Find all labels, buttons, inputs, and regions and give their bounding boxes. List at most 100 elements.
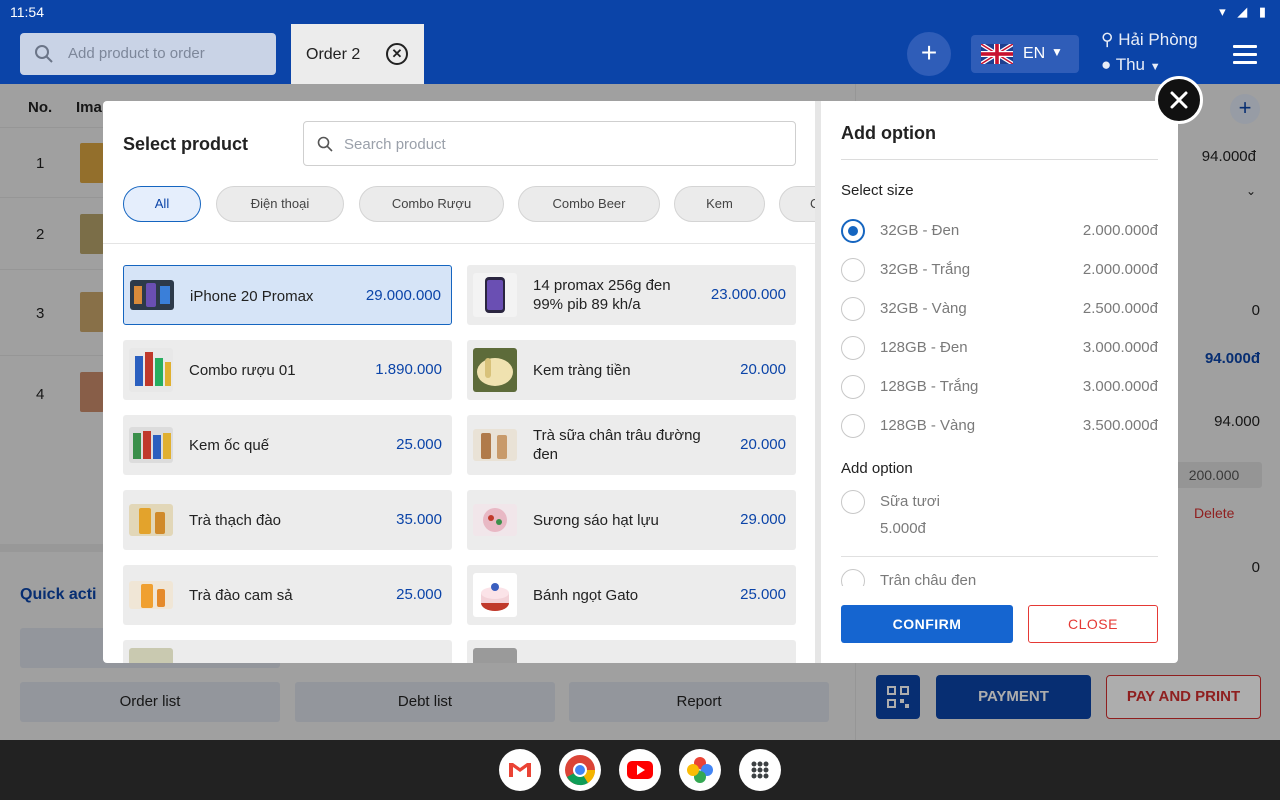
category-chip[interactable]: Kem: [674, 186, 765, 222]
category-chips: All Điện thoại Combo Rượu Combo Beer Kem…: [123, 186, 815, 222]
radio[interactable]: [841, 490, 865, 514]
search-icon: [35, 45, 53, 63]
product-card[interactable]: Kem tràng tiền 20.000: [467, 340, 796, 400]
addon-list: Sữa tươi 5.000đ Trân châu đen: [841, 486, 1158, 586]
confirm-button[interactable]: CONFIRM: [841, 605, 1013, 643]
radio[interactable]: [841, 336, 865, 360]
addon-label: Sữa tươi: [880, 493, 940, 510]
product-image: [129, 581, 173, 609]
product-name: Bánh ngọt Gato: [533, 586, 639, 604]
size-label: 128GB - Đen: [880, 339, 968, 356]
product-name: Trà đào cam sả: [189, 586, 293, 604]
product-card[interactable]: Trà đào cam sả 25.000: [123, 565, 452, 625]
radio[interactable]: [841, 258, 865, 282]
divider: [103, 243, 815, 244]
radio[interactable]: [841, 569, 865, 586]
product-image: [129, 504, 173, 536]
language-code: EN: [1023, 45, 1046, 62]
product-name: Kem tràng tiền: [533, 361, 631, 379]
add-product-search[interactable]: Add product to order: [20, 33, 276, 75]
taskbar: [0, 740, 1280, 800]
product-name: 14 promax 256g đen 99% pib 89 kh/a: [533, 277, 671, 313]
product-price: 1.890.000: [375, 361, 442, 378]
close-button[interactable]: CLOSE: [1028, 605, 1158, 643]
product-card[interactable]: Trà thạch đào 35.000: [123, 490, 452, 550]
addon-label: Trân châu đen: [880, 572, 977, 586]
status-bar: 11:54 ▾ ◢ ▮: [0, 0, 1280, 24]
product-card[interactable]: Kem ốc quế 25.000: [123, 415, 452, 475]
product-card[interactable]: iPhone 20 Promax 29.000.000: [123, 265, 452, 325]
size-label: 32GB - Vàng: [880, 300, 967, 317]
addon-option[interactable]: Sữa tươi 5.000đ: [841, 490, 1158, 560]
youtube-icon[interactable]: [619, 749, 661, 791]
product-card[interactable]: [467, 640, 796, 663]
size-option[interactable]: 32GB - Đen 2.000.000đ: [841, 219, 1158, 243]
product-image: [129, 348, 173, 392]
addon-option[interactable]: Trân châu đen: [841, 569, 1158, 586]
select-size-label: Select size: [841, 182, 914, 199]
gmail-icon[interactable]: [499, 749, 541, 791]
product-name: Combo rượu 01: [189, 361, 296, 379]
size-price: 3.000.000đ: [1082, 378, 1158, 395]
product-card[interactable]: Bánh ngọt Gato 25.000: [467, 565, 796, 625]
close-dialog-button[interactable]: [1155, 76, 1203, 124]
product-image: [473, 273, 517, 317]
product-name: Kem ốc quế: [189, 436, 270, 454]
new-order-button[interactable]: +: [907, 32, 951, 76]
add-option-label: Add option: [841, 460, 913, 477]
category-chip[interactable]: C: [779, 186, 815, 222]
tab-order-2[interactable]: Order 2 ✕: [291, 24, 424, 84]
size-price: 2.500.000đ: [1082, 300, 1158, 317]
product-card[interactable]: [123, 640, 452, 663]
close-icon: [1170, 91, 1188, 109]
size-option[interactable]: 32GB - Trắng 2.000.000đ: [841, 258, 1158, 282]
category-chip[interactable]: Combo Rượu: [359, 186, 504, 222]
product-card[interactable]: Trà sữa chân trâu đường đen 20.000: [467, 415, 796, 475]
language-selector[interactable]: EN ▼: [971, 35, 1079, 73]
product-image: [130, 280, 174, 310]
location-name: Hải Phòng: [1118, 30, 1198, 49]
add-option-pane: Add option Select size 32GB - Đen 2.000.…: [821, 101, 1178, 663]
chrome-icon[interactable]: [559, 749, 601, 791]
search-placeholder: Search product: [344, 136, 446, 153]
radio[interactable]: [841, 297, 865, 321]
size-option[interactable]: 128GB - Vàng 3.500.000đ: [841, 414, 1158, 438]
product-name: iPhone 20 Promax: [190, 287, 314, 305]
search-placeholder: Add product to order: [68, 45, 205, 62]
product-card[interactable]: Combo rượu 01 1.890.000: [123, 340, 452, 400]
radio[interactable]: [841, 375, 865, 399]
order-tab-label: Order 2: [306, 46, 361, 63]
product-price: 35.000: [396, 511, 442, 528]
product-image: [473, 348, 517, 392]
dialog-title: Select product: [123, 134, 249, 154]
size-option[interactable]: 128GB - Trắng 3.000.000đ: [841, 375, 1158, 399]
category-chip[interactable]: Combo Beer: [518, 186, 660, 222]
status-time: 11:54: [10, 4, 44, 20]
product-price: 25.000: [740, 586, 786, 603]
size-option[interactable]: 32GB - Vàng 2.500.000đ: [841, 297, 1158, 321]
size-option[interactable]: 128GB - Đen 3.000.000đ: [841, 336, 1158, 360]
close-tab-icon[interactable]: ✕: [386, 43, 408, 65]
radio-selected[interactable]: [841, 219, 865, 243]
category-chip-all[interactable]: All: [123, 186, 201, 222]
product-price: 29.000.000: [365, 287, 441, 304]
product-price: 25.000: [396, 586, 442, 603]
addon-price: 5.000đ: [880, 520, 926, 537]
app-drawer-icon[interactable]: [739, 749, 781, 791]
search-icon: [317, 136, 333, 152]
product-card[interactable]: 14 promax 256g đen 99% pib 89 kh/a 23.00…: [467, 265, 796, 325]
product-card[interactable]: Sương sáo hạt lựu 29.000: [467, 490, 796, 550]
product-name: Sương sáo hạt lựu: [533, 511, 659, 529]
menu-icon[interactable]: [1233, 45, 1257, 69]
radio[interactable]: [841, 414, 865, 438]
category-chip[interactable]: Điện thoại: [216, 186, 344, 222]
divider: [841, 159, 1158, 160]
size-price: 3.000.000đ: [1082, 339, 1158, 356]
product-name: Trà thạch đào: [189, 511, 281, 529]
photos-icon[interactable]: [679, 749, 721, 791]
product-price: 20.000: [740, 361, 786, 378]
product-image: [129, 427, 173, 463]
chevron-down-icon: ▼: [1149, 61, 1161, 73]
divider: [841, 556, 1158, 557]
product-search-input[interactable]: Search product: [303, 121, 796, 166]
